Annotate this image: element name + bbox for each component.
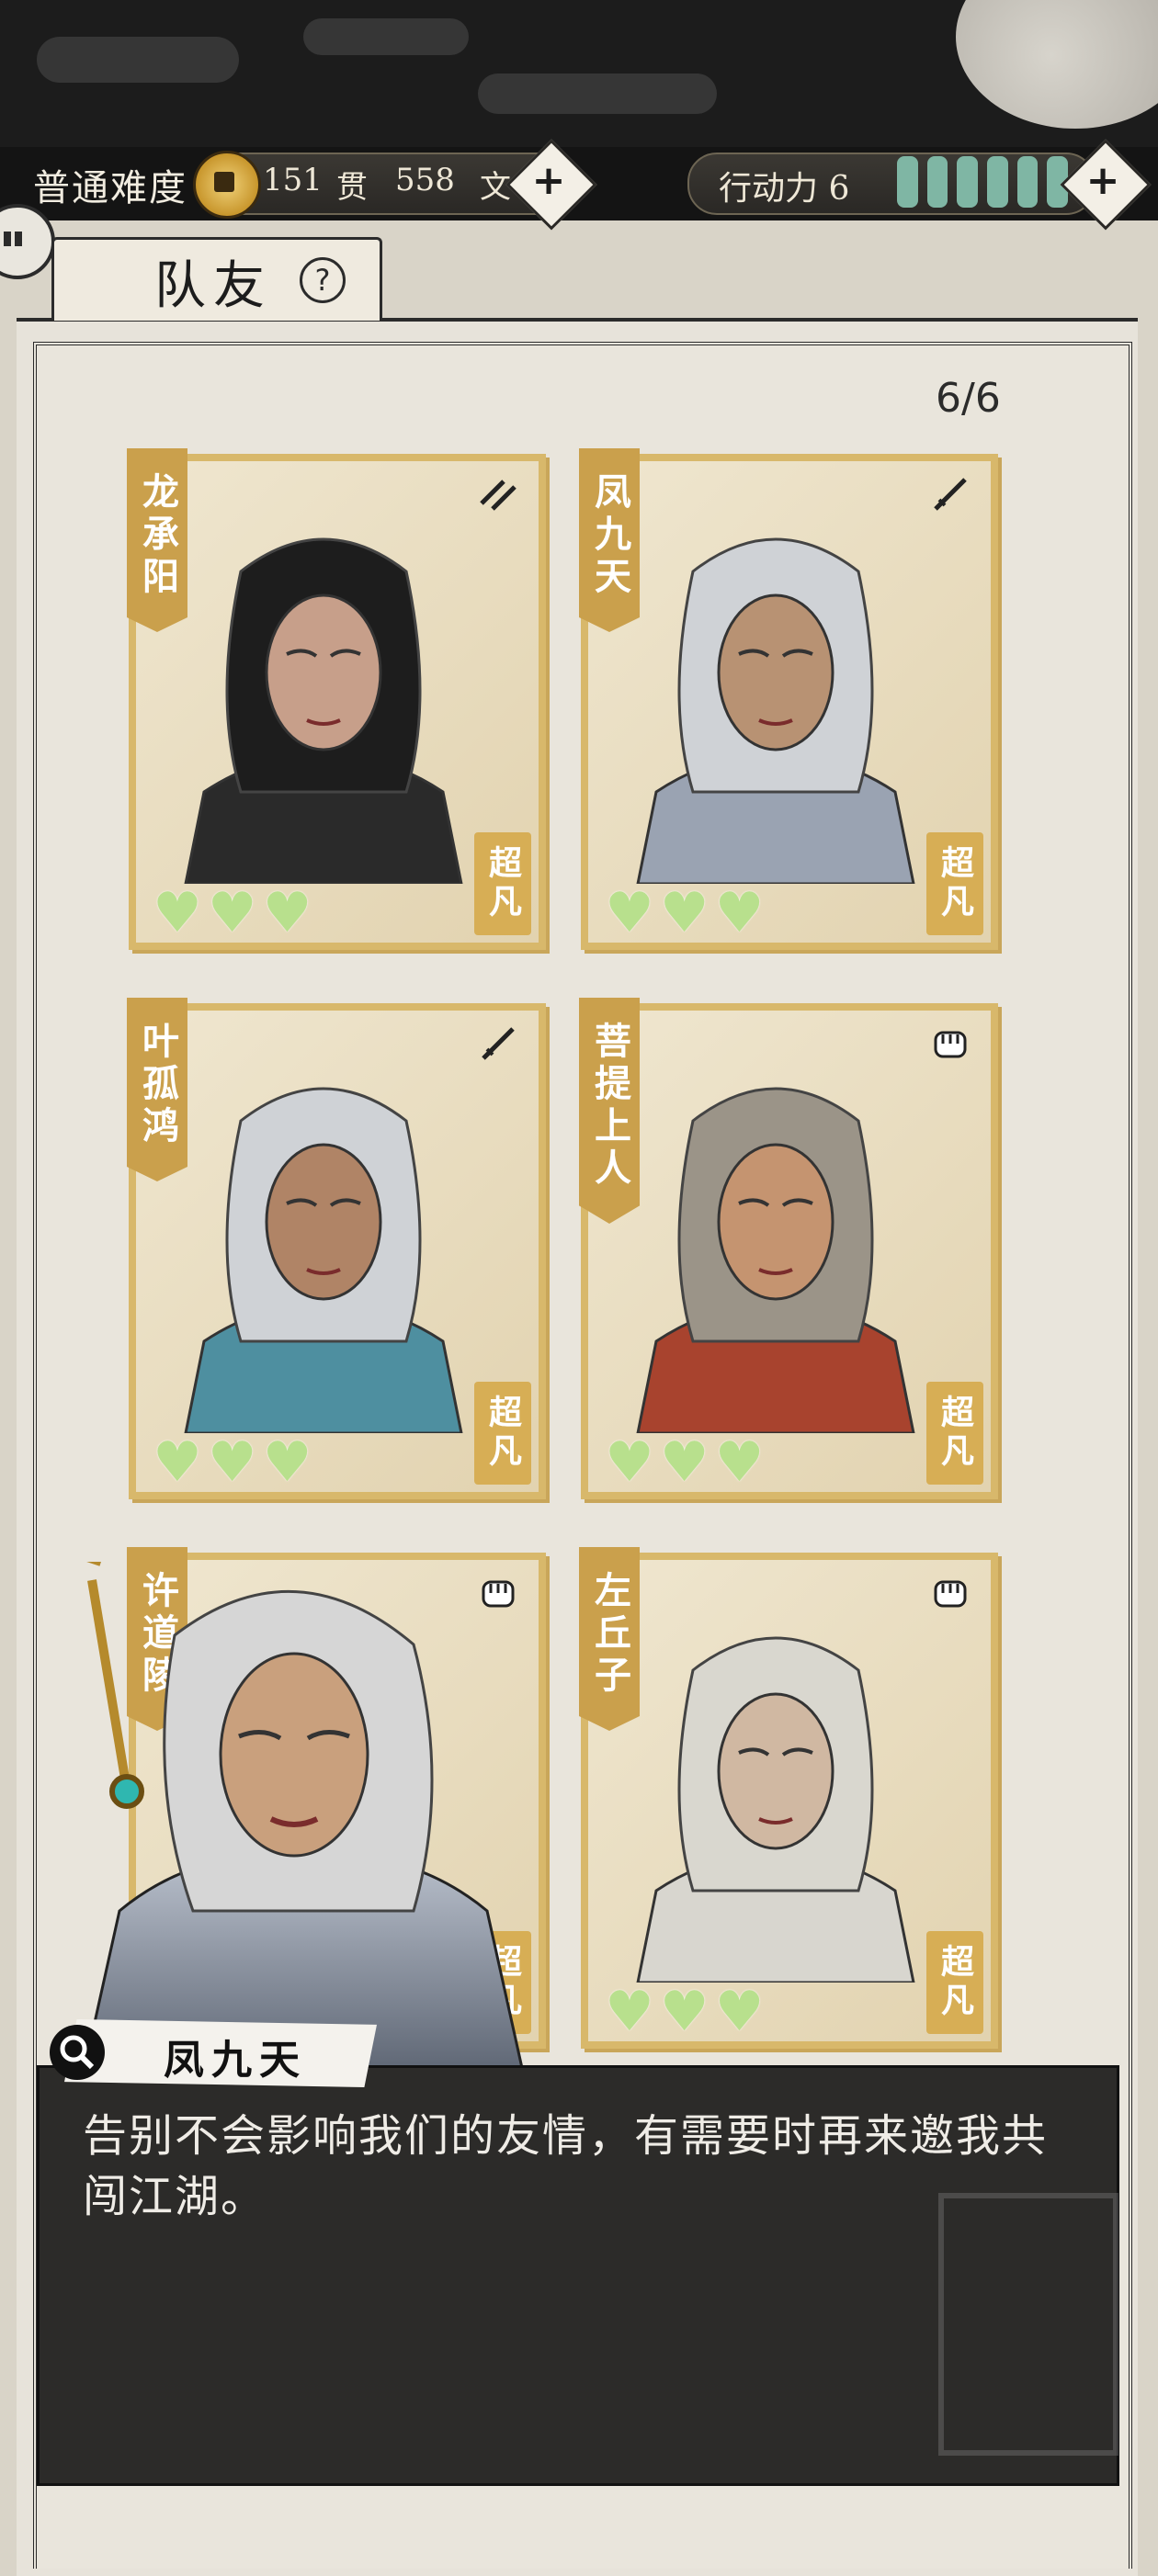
dialog-text: 告别不会影响我们的友情，有需要时再来邀我共闯江湖。	[83, 2110, 1049, 2222]
pause-icon	[4, 232, 31, 246]
rank-badge: 超凡	[474, 832, 531, 935]
speaker-portrait	[81, 1562, 526, 2076]
action-power-segment	[897, 156, 918, 208]
help-icon[interactable]: ?	[300, 257, 346, 303]
dual-blade-icon	[476, 472, 520, 516]
heart-icon: ♥	[153, 1430, 202, 1495]
companion-card[interactable]: 龙承阳 超凡 ♥ ♥ ♥	[127, 448, 546, 950]
companion-card[interactable]: 凤九天 超凡 ♥ ♥ ♥	[579, 448, 998, 950]
heart-icon: ♥	[714, 881, 765, 945]
name-banner: 叶孤鸿	[127, 998, 187, 1181]
plus-icon: +	[531, 157, 566, 204]
cloud-decoration	[303, 18, 469, 55]
companion-name: 左丘子	[588, 1571, 631, 1698]
heart-icon: ♥	[262, 1430, 312, 1495]
companion-name: 叶孤鸿	[136, 1022, 179, 1148]
companion-portrait	[184, 1087, 463, 1433]
coins-guan-unit: 贯	[336, 169, 368, 206]
affection-hearts: ♥♥♥	[605, 1984, 764, 2039]
name-banner: 龙承阳	[127, 448, 187, 632]
cloud-decoration	[37, 37, 239, 83]
companion-card[interactable]: 左丘子 超凡 ♥ ♥ ♥	[579, 1547, 998, 2049]
name-banner: 菩提上人	[579, 998, 640, 1224]
speaker-name: 凤九天	[164, 2037, 307, 2084]
heart-icon: ♥	[714, 1980, 765, 2044]
heart-icon: ♥	[605, 1980, 654, 2044]
companion-rank: 超凡	[936, 1944, 974, 2021]
name-banner: 凤九天	[579, 448, 640, 632]
companion-rank: 超凡	[483, 1395, 522, 1472]
companion-portrait	[184, 537, 463, 884]
sword-icon	[928, 472, 972, 516]
rank-badge: 超凡	[474, 1382, 531, 1485]
heart-icon: ♥	[262, 881, 312, 945]
heart-icon: ♥	[714, 1430, 765, 1495]
rank-badge: 超凡	[926, 1382, 983, 1485]
companion-rank: 超凡	[483, 845, 522, 922]
action-power-segment	[926, 156, 948, 208]
plus-icon: +	[1085, 157, 1120, 204]
difficulty-label: 普通难度	[33, 167, 187, 209]
action-power-segment	[987, 156, 1008, 208]
action-power-label: 行动力 6	[719, 170, 850, 208]
sword-icon	[476, 1022, 520, 1066]
tab-label: 队友	[154, 256, 272, 316]
companion-name: 龙承阳	[136, 472, 179, 599]
coin-hole	[214, 172, 234, 192]
affection-hearts: ♥♥♥	[605, 886, 764, 941]
coins-wen-value: 558	[395, 162, 455, 198]
heart-icon: ♥	[207, 1430, 257, 1495]
companion-name: 凤九天	[588, 472, 631, 599]
heart-icon: ♥	[659, 1980, 710, 2044]
heart-icon: ♥	[605, 881, 654, 945]
rank-badge: 超凡	[926, 832, 983, 935]
action-power-segment	[1016, 156, 1039, 208]
rank-badge: 超凡	[926, 1931, 983, 2034]
fist-icon	[928, 1571, 972, 1615]
companion-portrait	[636, 1636, 915, 1983]
companion-rank: 超凡	[936, 1395, 974, 1472]
fist-icon	[928, 1022, 972, 1066]
seal-decoration	[938, 2193, 1118, 2456]
companion-card[interactable]: 叶孤鸿 超凡 ♥ ♥ ♥	[127, 998, 546, 1499]
magnifier-icon[interactable]	[50, 2025, 105, 2080]
affection-hearts: ♥♥♥	[153, 1435, 312, 1490]
heart-icon: ♥	[659, 881, 710, 945]
affection-hearts: ♥♥♥	[605, 1435, 764, 1490]
heart-icon: ♥	[605, 1430, 654, 1495]
action-power-segment	[957, 156, 979, 208]
team-count: 6/6	[936, 375, 1001, 422]
heart-icon: ♥	[207, 881, 257, 945]
companion-rank: 超凡	[936, 845, 974, 922]
heart-icon: ♥	[153, 881, 202, 945]
name-banner: 左丘子	[579, 1547, 640, 1731]
cloud-decoration	[478, 73, 717, 114]
affection-hearts: ♥♥♥	[153, 886, 312, 941]
companion-card[interactable]: 菩提上人 超凡 ♥ ♥ ♥	[579, 998, 998, 1499]
companion-portrait	[636, 537, 915, 884]
companion-name: 菩提上人	[588, 1022, 631, 1191]
companion-portrait	[636, 1087, 915, 1433]
heart-icon: ♥	[659, 1430, 710, 1495]
coins-guan-value: 151	[263, 162, 323, 198]
action-power-bars	[897, 156, 1069, 208]
